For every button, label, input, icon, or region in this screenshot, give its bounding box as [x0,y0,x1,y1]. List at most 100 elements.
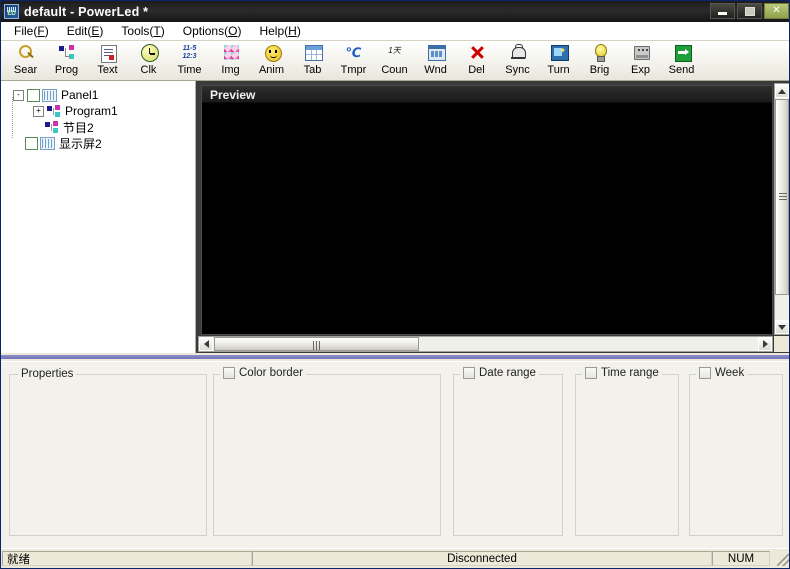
week-caption: Week [696,367,748,379]
toolbar-label-image: Img [221,64,240,76]
tree-label-jiemu2: 节目2 [63,118,94,136]
toolbar-label-counter: Coun [381,64,408,76]
toolbar-label-brightness: Brig [589,64,610,76]
toolbar-button-image[interactable]: Img [210,41,251,80]
menu-help-text: Help( [259,24,289,38]
tree-expander-none [13,139,22,148]
toolbar-button-delete[interactable]: Del [456,41,497,80]
project-tree: - Panel1 + Program1 节目2 显示屏2 [1,81,195,151]
toolbar-label-sync: Sync [505,64,530,76]
temperature-glyph: ℃ [345,45,362,60]
menu-edit[interactable]: Edit(E) [58,22,113,40]
scroll-left-button[interactable] [199,337,213,351]
week-group: Week [689,367,783,536]
toolbar-button-text[interactable]: Text [87,41,128,80]
tree-node-panel1[interactable]: - Panel1 [13,87,195,103]
toolbar-label-export: Exp [631,64,650,76]
toolbar-button-clock[interactable]: Clk [128,41,169,80]
title-bar: default - PowerLed * ✕ [1,1,789,22]
tree-expander-collapse[interactable]: - [13,89,24,101]
toolbar-button-animation[interactable]: Anim [251,41,292,80]
window-title: default - PowerLed * [24,4,149,19]
scroll-right-button[interactable] [758,337,772,351]
menu-tools[interactable]: Tools(T) [112,22,173,40]
preview-horizontal-scrollbar[interactable] [198,336,773,352]
date-range-caption: Date range [460,367,539,379]
app-icon [4,4,19,19]
date-range-checkbox[interactable] [463,367,475,379]
scroll-corner [774,336,789,352]
toolbar-button-table[interactable]: Tab [292,41,333,80]
toolbar-button-search[interactable]: Sear [5,41,46,80]
sync-icon [507,43,529,63]
tree-checkbox-display2[interactable] [25,136,38,150]
toolbar-button-counter[interactable]: 1天 Coun [374,41,415,80]
preview-vertical-scrollbar[interactable] [774,83,789,335]
toolbar-label-delete: Del [468,64,485,76]
menu-file-tail: ) [44,24,49,38]
toolbar-button-brightness[interactable]: Brig [579,41,620,80]
toolbar: Sear Prog Text Clk 11-5 12:3 Time Img An… [1,41,789,81]
scroll-down-button[interactable] [775,320,789,334]
toolbar-label-turn: Turn [547,64,570,76]
vertical-scroll-thumb[interactable] [775,99,789,295]
preview-title: Preview [210,88,256,102]
toolbar-button-program[interactable]: Prog [46,41,87,80]
status-bar: 就绪 Disconnected NUM [1,548,789,568]
toolbar-button-time[interactable]: 11-5 12:3 Time [169,41,210,80]
toolbar-button-send[interactable]: Send [661,41,702,80]
horizontal-splitter[interactable] [1,353,789,361]
menu-options-text: Options( [182,24,229,38]
tree-node-program1[interactable]: + Program1 [33,103,195,119]
toolbar-button-export[interactable]: Exp [620,41,661,80]
window-icon [425,43,447,63]
menu-file-text: File( [14,24,38,38]
scroll-up-button[interactable] [775,84,789,98]
grip-icon [779,193,787,201]
project-tree-pane[interactable]: - Panel1 + Program1 节目2 显示屏2 [1,81,196,353]
table-icon [302,43,324,63]
menu-file-key: F [37,24,45,38]
menu-file[interactable]: File(F) [5,22,58,40]
panel-icon [40,136,55,150]
menu-tools-text: Tools( [121,24,154,38]
properties-group-caption: Properties [18,368,77,380]
tree-node-jiemu2[interactable]: 节目2 [33,118,195,136]
week-checkbox[interactable] [699,367,711,379]
time-range-checkbox[interactable] [585,367,597,379]
menu-options[interactable]: Options(O) [174,22,251,40]
tree-expander-expand[interactable]: + [33,105,44,117]
toolbar-button-window[interactable]: Wnd [415,41,456,80]
window-controls: ✕ [710,3,789,19]
resize-grip-icon[interactable] [777,554,789,566]
menu-edit-tail: ) [99,24,104,38]
temperature-icon: ℃ [343,43,365,63]
time-icon-top: 11-5 [182,45,197,52]
maximize-button[interactable] [737,3,762,19]
menu-help[interactable]: Help(H) [250,22,309,40]
toolbar-button-sync[interactable]: Sync [497,41,538,80]
horizontal-scroll-thumb[interactable] [214,337,419,351]
menu-bar: File(F) Edit(E) Tools(T) Options(O) Help… [1,22,789,41]
preview-canvas[interactable]: Preview [201,85,773,335]
time-range-label: Time range [601,367,659,379]
status-connection: Disconnected [252,551,712,566]
menu-edit-text: Edit( [66,24,92,38]
toolbar-button-turn[interactable]: ✦ Turn [538,41,579,80]
preview-pane: Preview [196,81,789,353]
animation-icon [261,43,283,63]
toolbar-button-temperature[interactable]: ℃ Tmpr [333,41,374,80]
tree-connector-line [12,97,13,139]
program-node-icon [45,121,59,133]
panel-icon [42,88,57,102]
color-border-checkbox[interactable] [223,367,235,379]
close-button[interactable]: ✕ [764,3,789,19]
minimize-button[interactable] [710,3,735,19]
time-range-group: Time range [575,367,679,536]
status-ready: 就绪 [2,551,252,566]
text-icon [97,43,119,63]
tree-node-display2[interactable]: 显示屏2 [13,135,195,151]
tree-checkbox-panel1[interactable] [27,88,40,102]
toolbar-label-time: Time [177,64,202,76]
toolbar-label-temperature: Tmpr [340,64,367,76]
